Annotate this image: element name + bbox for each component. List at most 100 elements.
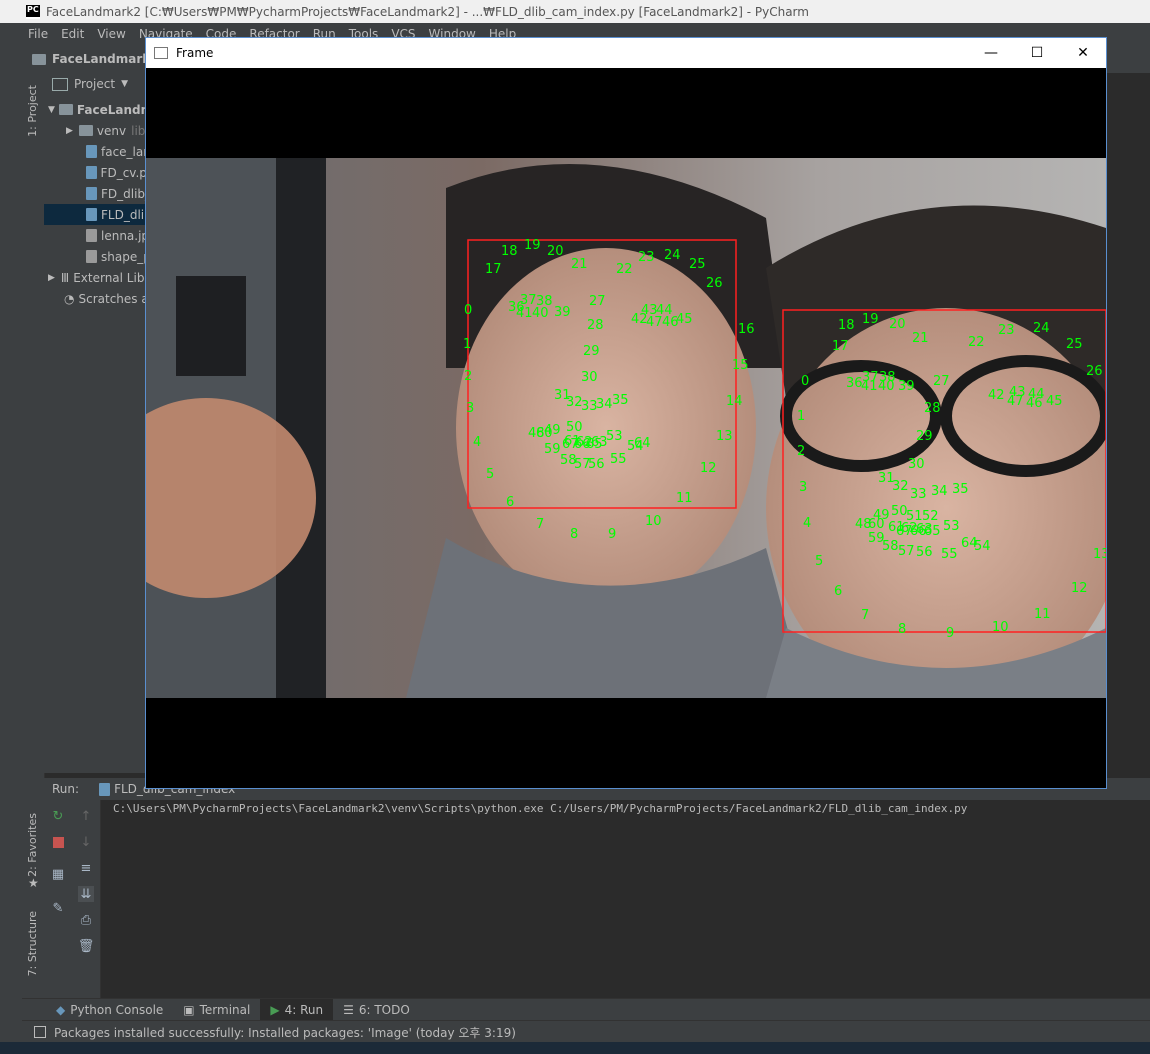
run-toolbar: ↻ ↑ ↓ ≡ ▦ ⇊ ✎ ⎙ 🗑 [44, 800, 101, 998]
tab-todo[interactable]: ☰ 6: TODO [333, 999, 420, 1021]
landmark-label: 17 [485, 262, 502, 277]
tool-tab-structure[interactable]: 7: Structure [26, 911, 39, 976]
landmark-label: 64 [961, 536, 978, 551]
monitor-shape [176, 276, 246, 376]
landmark-label: 9 [608, 527, 616, 542]
tree-item-venv[interactable]: ▶ venv lib [44, 120, 154, 141]
tool-window-stripe: 1: Project 2: Favorites ★ 7: Structure [22, 73, 45, 998]
stop-icon[interactable] [50, 834, 66, 850]
tree-item-file[interactable]: shape_p [44, 246, 154, 267]
landmark-label: 64 [634, 436, 651, 451]
landmark-label: 4 [473, 435, 481, 450]
trash-icon[interactable]: 🗑 [78, 938, 95, 954]
layout-icon[interactable]: ▦ [50, 866, 66, 882]
landmark-label: 30 [908, 457, 925, 472]
landmark-label: 41 [861, 379, 878, 394]
folder-icon [32, 53, 46, 65]
tool-tab-project[interactable]: 1: Project [26, 85, 39, 137]
maximize-button[interactable]: ☐ [1014, 38, 1060, 68]
landmark-label: 28 [587, 318, 604, 333]
frame-title: Frame [176, 46, 214, 60]
tree-item-label: FaceLandm [76, 102, 154, 117]
landmark-label: 41 [516, 306, 533, 321]
run-icon: ▶ [270, 1003, 280, 1017]
tree-item-external-libraries[interactable]: ▶ Ⅲ External Lib [44, 267, 154, 288]
tree-item-label: Scratches a [78, 291, 149, 306]
run-console[interactable]: C:\Users\PM\PycharmProjects\FaceLandmark… [101, 800, 1150, 998]
landmark-label: 2 [797, 444, 805, 459]
landmark-label: 6 [834, 584, 842, 599]
landmark-label: 19 [524, 238, 541, 253]
tool-tab-favorites[interactable]: 2: Favorites [26, 813, 39, 877]
camera-frame-image: 0 1 2 3 4 5 6 7 8 9 10 11 12 13 14 15 16… [96, 68, 1126, 788]
menu-view[interactable]: View [97, 27, 125, 41]
status-bar: Packages installed successfully: Install… [22, 1020, 1150, 1043]
landmark-label: 30 [581, 370, 598, 385]
landmark-label: 24 [664, 248, 681, 263]
landmark-label: 47 [646, 315, 663, 330]
landmark-label: 23 [998, 323, 1015, 338]
tree-item-file[interactable]: face_lan [44, 141, 154, 162]
landmark-label: 53 [606, 429, 623, 444]
landmark-label: 60 [536, 426, 553, 441]
camera-canvas: 0 1 2 3 4 5 6 7 8 9 10 11 12 13 14 15 16… [96, 68, 1126, 788]
star-icon: ★ [28, 876, 39, 890]
landmark-label: 1 [797, 409, 805, 424]
breadcrumb-project[interactable]: FaceLandmark2 [52, 52, 159, 66]
tree-item-file[interactable]: lenna.jp [44, 225, 154, 246]
landmark-label: 10 [645, 514, 662, 529]
rerun-icon[interactable]: ↻ [50, 808, 66, 824]
landmark-label: 35 [612, 393, 629, 408]
landmark-label: 45 [1046, 394, 1063, 409]
landmark-label: 18 [838, 318, 855, 333]
tree-item-root[interactable]: ▼ FaceLandm [44, 99, 154, 120]
landmark-label: 3 [466, 401, 474, 416]
landmark-label: 60 [868, 517, 885, 532]
project-panel-header[interactable]: Project ▼ [52, 77, 128, 91]
tree-item-scratches[interactable]: ◔ Scratches a [44, 288, 154, 309]
landmark-label: 8 [570, 527, 578, 542]
tab-run[interactable]: ▶ 4: Run [260, 999, 334, 1021]
python-file-icon [99, 782, 111, 796]
letterbox-top [146, 68, 1106, 158]
os-taskbar [0, 1042, 1150, 1054]
soft-wrap-icon[interactable]: ≡ [78, 860, 94, 876]
landmark-label: 13 [1093, 547, 1106, 562]
landmark-label: 34 [931, 484, 948, 499]
collapse-arrow-icon: ▶ [66, 125, 73, 136]
landmark-label: 3 [799, 480, 807, 495]
close-button[interactable]: ✕ [1060, 38, 1106, 68]
minimize-button[interactable]: — [968, 38, 1014, 68]
landmark-label: 17 [832, 339, 849, 354]
landmark-label: 29 [583, 344, 600, 359]
landmark-label: 25 [1066, 337, 1083, 352]
menu-file[interactable]: File [28, 27, 48, 41]
tab-terminal[interactable]: ▣ Terminal [173, 999, 260, 1021]
print-icon[interactable]: ⎙ [78, 912, 94, 928]
pin-icon[interactable]: ✎ [50, 900, 66, 916]
landmark-label: 12 [1071, 581, 1088, 596]
landmark-label: 59 [544, 442, 561, 457]
folder-icon [58, 104, 73, 115]
landmark-label: 25 [689, 257, 706, 272]
tree-item-file[interactable]: FD_dlib_ [44, 183, 154, 204]
landmark-label: 39 [554, 305, 571, 320]
landmark-label: 47 [1007, 394, 1024, 409]
tree-item-file-selected[interactable]: FLD_dlib [44, 204, 154, 225]
landmark-label: 10 [992, 620, 1009, 635]
terminal-icon: ▣ [183, 1003, 195, 1017]
menu-edit[interactable]: Edit [61, 27, 84, 41]
tab-python-console[interactable]: ◆ Python Console [46, 999, 173, 1021]
landmark-label: 11 [1034, 607, 1051, 622]
project-view-icon [52, 77, 68, 91]
landmark-label: 42 [988, 388, 1005, 403]
status-icon[interactable] [34, 1026, 46, 1038]
landmark-label: 55 [610, 452, 627, 467]
arrow-down-icon[interactable]: ↓ [78, 834, 94, 850]
tree-item-file[interactable]: FD_cv.py [44, 162, 154, 183]
landmark-label: 18 [501, 244, 518, 259]
landmark-label: 24 [1033, 321, 1050, 336]
arrow-up-icon[interactable]: ↑ [78, 808, 94, 824]
landmark-label: 46 [1026, 396, 1043, 411]
scroll-to-end-icon[interactable]: ⇊ [78, 886, 94, 902]
